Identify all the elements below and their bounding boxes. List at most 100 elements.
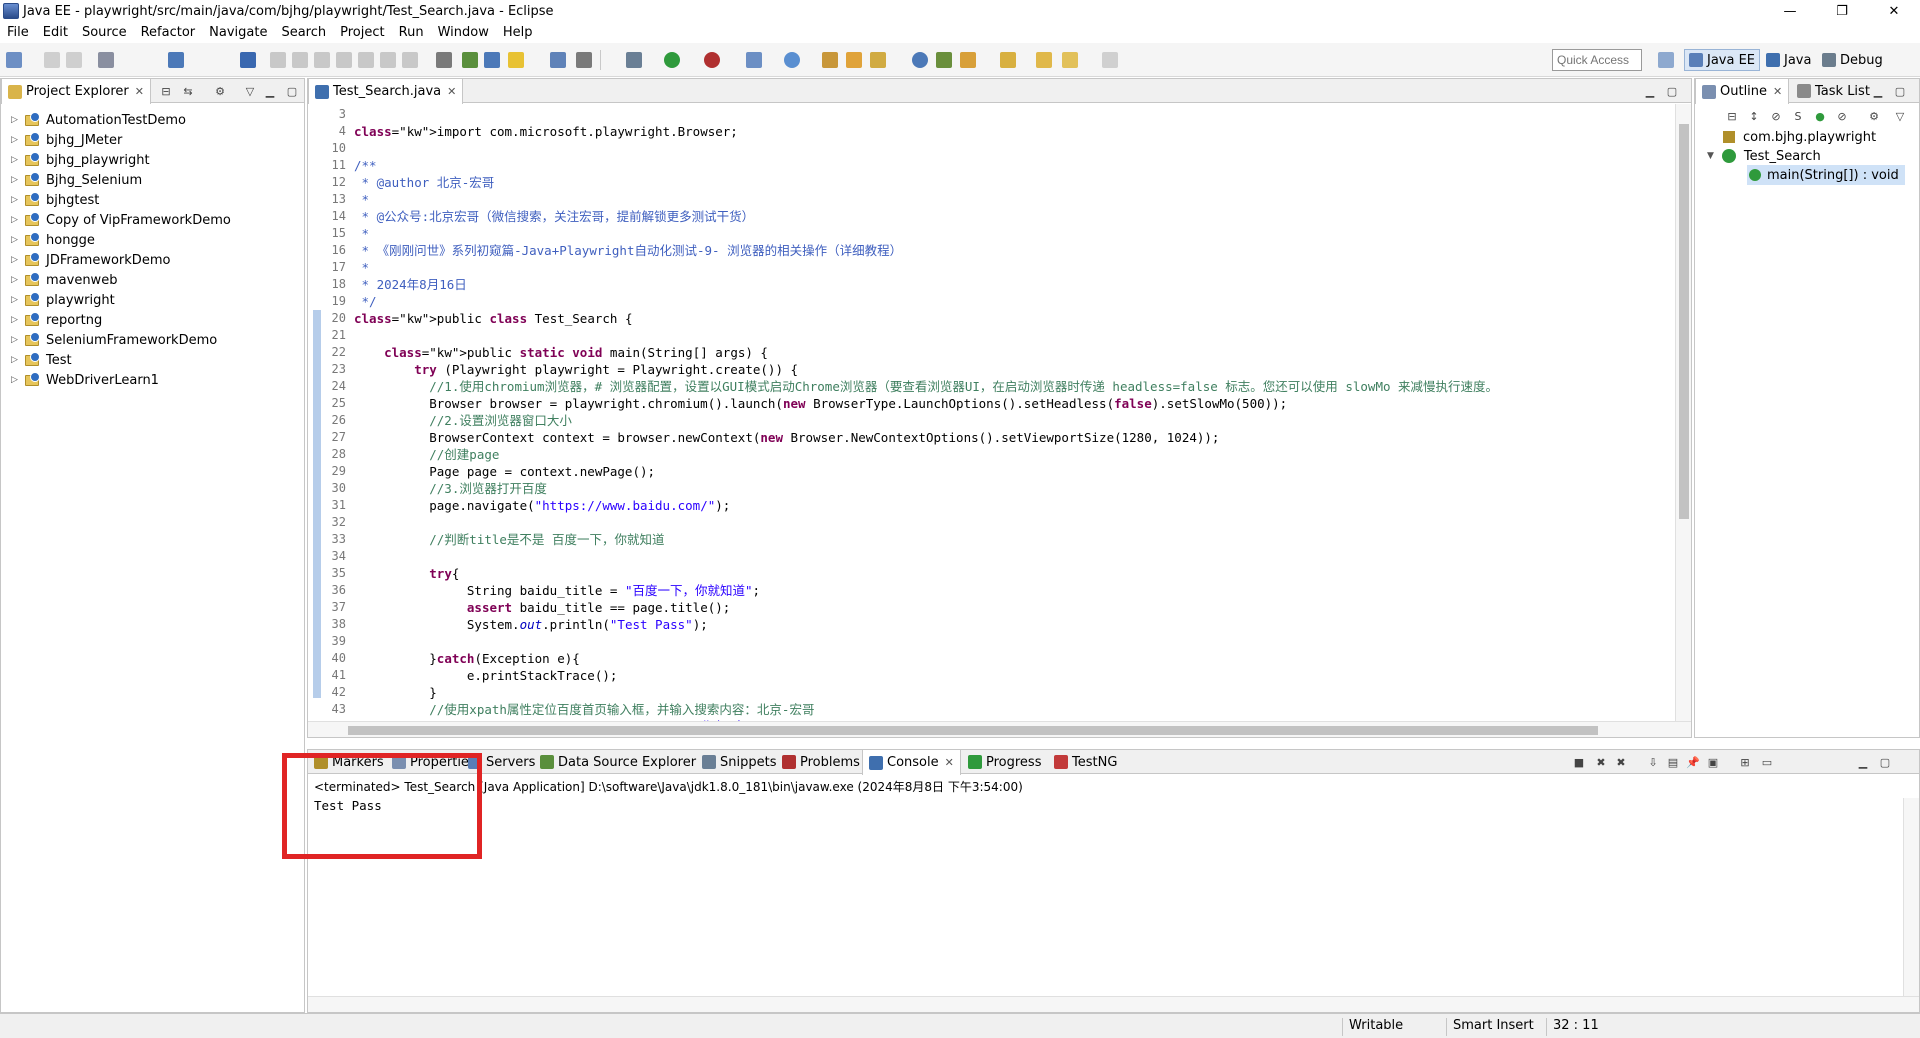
- menu-source[interactable]: Source: [75, 22, 134, 43]
- print-icon[interactable]: [98, 52, 114, 68]
- code-line[interactable]: 11 /**: [308, 157, 1675, 174]
- maximize-icon[interactable]: ▢: [1665, 84, 1679, 98]
- chevron-right-icon[interactable]: ▷: [11, 335, 21, 345]
- chevron-right-icon[interactable]: ▷: [11, 215, 21, 225]
- project-item[interactable]: ▷ bjhgtest: [11, 190, 99, 210]
- scroll-lock-icon[interactable]: ⇩: [1646, 755, 1660, 769]
- disconnect-icon[interactable]: [336, 52, 352, 68]
- menu-search[interactable]: Search: [274, 22, 333, 43]
- code-line[interactable]: 28 //创建page: [308, 446, 1675, 463]
- menu-refactor[interactable]: Refactor: [134, 22, 203, 43]
- code-line[interactable]: 3: [308, 106, 1675, 123]
- code-line[interactable]: 30 //3.浏览器打开百度: [308, 480, 1675, 497]
- outline-package[interactable]: com.bjhg.playwright: [1723, 127, 1876, 147]
- chevron-right-icon[interactable]: ▷: [11, 195, 21, 205]
- code-line[interactable]: 38 System.out.println("Test Pass");: [308, 616, 1675, 633]
- code-line[interactable]: 43 //使用xpath属性定位百度首页输入框，并输入搜索内容：北京-宏哥: [308, 701, 1675, 718]
- code-line[interactable]: 20 class="kw">public class Test_Search {: [308, 310, 1675, 327]
- menu-project[interactable]: Project: [333, 22, 391, 43]
- show-console-icon[interactable]: ▤: [1666, 755, 1680, 769]
- perspective-debug[interactable]: Debug: [1818, 49, 1887, 71]
- project-item[interactable]: ▷ mavenweb: [11, 270, 117, 290]
- code-area[interactable]: 3 4 class="kw">import com.microsoft.playwr…: [308, 104, 1675, 721]
- tab-data-source-explorer[interactable]: Data Source Explorer: [534, 750, 702, 774]
- close-button[interactable]: ✕: [1868, 0, 1920, 22]
- open-type-icon[interactable]: [822, 52, 838, 68]
- close-icon[interactable]: ✕: [945, 756, 954, 769]
- resume-icon[interactable]: [270, 52, 286, 68]
- new-server-icon[interactable]: [746, 52, 762, 68]
- toggle-breadcrumb-icon[interactable]: [462, 52, 478, 68]
- minimize-icon[interactable]: ▁: [1871, 84, 1885, 98]
- previous-annotation-icon[interactable]: [1000, 52, 1016, 68]
- sort-icon[interactable]: ↕: [1747, 109, 1761, 123]
- run-icon[interactable]: [664, 52, 680, 68]
- code-line[interactable]: 29 Page page = context.newPage();: [308, 463, 1675, 480]
- code-line[interactable]: 24 //1.使用chromium浏览器，# 浏览器配置，设置以GUI模式启动C…: [308, 378, 1675, 395]
- save-all-icon[interactable]: [66, 52, 82, 68]
- chevron-right-icon[interactable]: ▷: [11, 115, 21, 125]
- tab-outline[interactable]: Outline ✕: [1695, 79, 1790, 104]
- word-wrap-icon[interactable]: [508, 52, 524, 68]
- project-item[interactable]: ▷ playwright: [11, 290, 115, 310]
- debug-icon[interactable]: [626, 52, 642, 68]
- maximize-icon[interactable]: ▢: [1878, 755, 1892, 769]
- menu-file[interactable]: File: [0, 22, 36, 43]
- chevron-right-icon[interactable]: ▷: [11, 235, 21, 245]
- outline-class[interactable]: ▼ Test_Search: [1707, 146, 1821, 166]
- minimize-button[interactable]: —: [1764, 0, 1816, 22]
- code-line[interactable]: 41 e.printStackTrace();: [308, 667, 1675, 684]
- save-icon[interactable]: [44, 52, 60, 68]
- console-horizontal-scrollbar[interactable]: [308, 996, 1919, 1012]
- menu-help[interactable]: Help: [496, 22, 540, 43]
- quick-access-input[interactable]: [1552, 49, 1642, 71]
- show-whitespace-icon[interactable]: [550, 52, 566, 68]
- code-line[interactable]: 32: [308, 514, 1675, 531]
- chevron-right-icon[interactable]: ▷: [11, 135, 21, 145]
- project-item[interactable]: ▷ WebDriverLearn1: [11, 370, 159, 390]
- step-return-icon[interactable]: [402, 52, 418, 68]
- close-icon[interactable]: ✕: [447, 85, 456, 98]
- code-line[interactable]: 36 String baidu_title = "百度一下，你就知道";: [308, 582, 1675, 599]
- hide-static-icon[interactable]: S: [1791, 109, 1805, 123]
- next-annotation-icon[interactable]: [960, 52, 976, 68]
- code-line[interactable]: 4 class="kw">import com.microsoft.playwri…: [308, 123, 1675, 140]
- remove-launch-icon[interactable]: ✖: [1594, 755, 1608, 769]
- code-line[interactable]: 27 BrowserContext context = browser.newC…: [308, 429, 1675, 446]
- project-item[interactable]: ▷ reportng: [11, 310, 102, 330]
- code-line[interactable]: 33 //判断title是不是 百度一下，你就知道: [308, 531, 1675, 548]
- perspective-java[interactable]: Java: [1762, 49, 1815, 71]
- chevron-right-icon[interactable]: ▷: [11, 375, 21, 385]
- code-line[interactable]: 15 *: [308, 225, 1675, 242]
- code-line[interactable]: 21: [308, 327, 1675, 344]
- project-item[interactable]: ▷ Test: [11, 350, 72, 370]
- toggle-mark-occurrences-icon[interactable]: [484, 52, 500, 68]
- project-item[interactable]: ▷ AutomationTestDemo: [11, 110, 186, 130]
- code-line[interactable]: 16 * 《刚刚问世》系列初窥篇-Java+Playwright自动化测试-9-…: [308, 242, 1675, 259]
- paragraph-icon[interactable]: [576, 52, 592, 68]
- code-line[interactable]: 25 Browser browser = playwright.chromium…: [308, 395, 1675, 412]
- code-line[interactable]: 23 try (Playwright playwright = Playwrig…: [308, 361, 1675, 378]
- forward-icon[interactable]: [1102, 52, 1118, 68]
- pin-console-icon[interactable]: 📌: [1686, 755, 1700, 769]
- last-edit-location-icon[interactable]: [1036, 52, 1052, 68]
- search-icon[interactable]: [870, 52, 886, 68]
- minimize-icon[interactable]: ▁: [1643, 84, 1657, 98]
- new-icon[interactable]: [6, 52, 22, 68]
- minimize-icon[interactable]: ▁: [1856, 755, 1870, 769]
- new-console-icon[interactable]: ⊞: [1738, 755, 1752, 769]
- filter-icon[interactable]: ⚙: [213, 84, 227, 98]
- tab-console[interactable]: Console ✕: [862, 750, 961, 775]
- maximize-icon[interactable]: ▢: [285, 84, 299, 98]
- globe-icon[interactable]: [912, 52, 928, 68]
- step-over-icon[interactable]: [380, 52, 396, 68]
- link-with-editor-icon[interactable]: ⇆: [181, 84, 195, 98]
- code-line[interactable]: 40 }catch(Exception e){: [308, 650, 1675, 667]
- code-line[interactable]: 13 *: [308, 191, 1675, 208]
- code-line[interactable]: 22 class="kw">public static void main(St…: [308, 344, 1675, 361]
- back-icon[interactable]: [1062, 52, 1078, 68]
- code-line[interactable]: 39: [308, 633, 1675, 650]
- terminate-icon[interactable]: [314, 52, 330, 68]
- chevron-right-icon[interactable]: ▷: [11, 295, 21, 305]
- terminate-icon[interactable]: ■: [1572, 755, 1586, 769]
